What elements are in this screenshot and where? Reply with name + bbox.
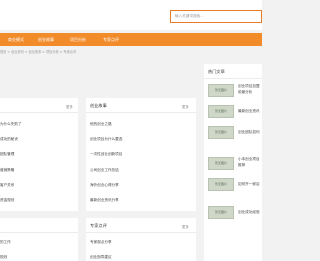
list-item[interactable]: 的工作 xyxy=(0,240,11,245)
list-item[interactable]: 创业指导建议 xyxy=(90,255,112,260)
nav-item-business-model[interactable]: 商业模式 xyxy=(8,33,24,46)
divider xyxy=(86,232,196,233)
article-thumbnail[interactable]: 暂无图片 xyxy=(208,126,234,139)
article-title-line2[interactable]: 前景分析 xyxy=(238,90,252,95)
bottom-more-link[interactable]: 更多 xyxy=(182,224,189,229)
nav-item-project-analysis[interactable]: 项目分析 xyxy=(70,33,86,46)
search-input[interactable]: 输入关键词搜索... xyxy=(170,10,262,23)
list-item[interactable]: 为什么失败了 xyxy=(0,122,22,127)
main-nav: 商业模式 创业故事 项目分析 专家点评 xyxy=(0,33,262,46)
list-item[interactable]: 资金规划 xyxy=(0,198,14,203)
article-title[interactable]: 小本创业项目 xyxy=(238,157,260,162)
list-item[interactable]: 创业项目为什么要选 xyxy=(90,137,122,142)
panel-title: 专家点评 xyxy=(90,223,107,228)
bottom-left-panel: 的工作 规划 xyxy=(0,218,78,261)
breadcrumb: 首页 > 创业资讯 > 创业故事 > 项目分析 > 专家点评 xyxy=(0,50,77,54)
list-item[interactable]: 海外创业心得分享 xyxy=(90,183,119,188)
article-title[interactable]: 如何开一家店 xyxy=(238,182,260,187)
expert-review-panel: 专家点评 更多 专家观点分享 创业指导建议 xyxy=(86,218,196,261)
list-item[interactable]: 成功的秘诀 xyxy=(0,137,18,142)
divider xyxy=(204,78,262,79)
list-item[interactable]: 专家观点分享 xyxy=(90,240,112,245)
article-thumbnail[interactable]: 暂无图片 xyxy=(208,84,234,97)
header-bar: 输入关键词搜索... xyxy=(0,0,262,30)
nav-item-startup-stories[interactable]: 创业故事 xyxy=(38,33,54,46)
left-more-link[interactable]: 更多 xyxy=(66,104,73,109)
divider xyxy=(0,112,78,113)
middle-more-link[interactable]: 更多 xyxy=(182,104,189,109)
article-thumbnail[interactable]: 暂无图片 xyxy=(208,105,234,118)
startup-stories-panel: 创业故事 更多 他的创业之路 创业项目为什么要选 一次性创业创新项目 公司创业工… xyxy=(86,98,196,211)
left-article-panel: 更多 为什么失败了 成功的秘诀 团队管理 营销策略 客户关系 资金规划 xyxy=(0,98,78,211)
divider xyxy=(0,232,78,233)
article-title-line2[interactable]: 推荐 xyxy=(238,163,245,168)
nav-item-expert-review[interactable]: 专家点评 xyxy=(103,33,119,46)
article-title[interactable]: 最新创业资讯 xyxy=(238,109,260,114)
list-item[interactable]: 规划 xyxy=(0,255,7,260)
article-thumbnail[interactable]: 暂无图片 xyxy=(208,178,234,191)
list-item[interactable]: 一次性创业创新项目 xyxy=(90,152,122,157)
panel-title: 热门文章 xyxy=(208,69,225,74)
article-thumbnail[interactable]: 暂无图片 xyxy=(208,206,234,219)
article-title[interactable]: 创业成功经验 xyxy=(238,210,260,215)
list-item[interactable]: 公司创业工作总结 xyxy=(90,168,119,173)
panel-title: 创业故事 xyxy=(90,103,107,108)
article-thumbnail[interactable]: 暂无图片 xyxy=(208,157,234,170)
article-title[interactable]: 创业项目加盟 xyxy=(238,84,260,89)
hot-articles-panel: 热门文章 暂无图片 创业项目加盟 前景分析 暂无图片 最新创业资讯 暂无图片 创… xyxy=(204,64,262,261)
divider xyxy=(86,112,196,113)
list-item[interactable]: 最新创业资讯分享 xyxy=(90,198,119,203)
list-item[interactable]: 他的创业之路 xyxy=(90,122,112,127)
article-title[interactable]: 创业团队如何 xyxy=(238,130,260,135)
list-item[interactable]: 团队管理 xyxy=(0,152,14,157)
list-item[interactable]: 营销策略 xyxy=(0,168,14,173)
list-item[interactable]: 客户关系 xyxy=(0,183,14,188)
